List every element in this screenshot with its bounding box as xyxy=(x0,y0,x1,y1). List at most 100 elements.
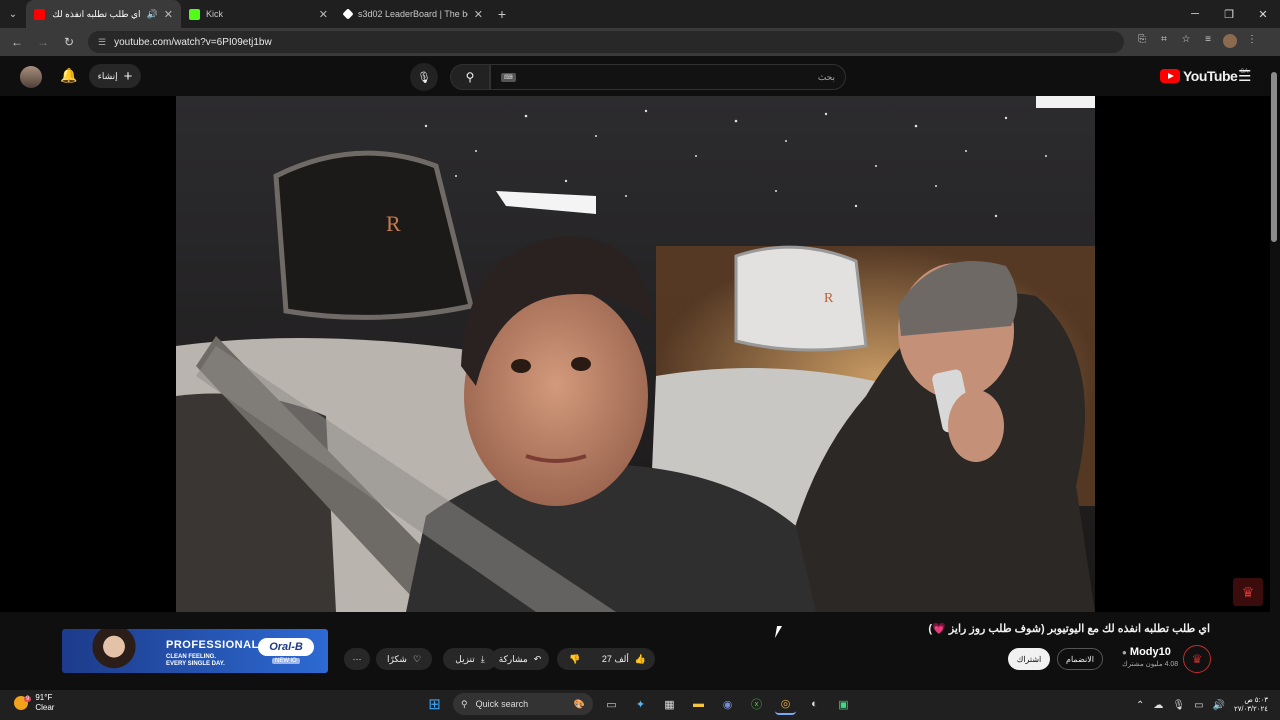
volume-icon[interactable]: 🔊 xyxy=(1213,700,1225,711)
tab-youtube[interactable]: اي طلب تطلبه انفذه لك مع 🔊 ✕ xyxy=(26,0,181,28)
copilot-icon[interactable]: ✦ xyxy=(630,693,651,715)
thanks-button[interactable]: شكرًا ♡ xyxy=(376,648,432,670)
account-avatar[interactable] xyxy=(20,66,42,88)
more-actions-button[interactable]: ··· xyxy=(344,648,370,670)
task-view-icon[interactable]: ▭ xyxy=(601,693,622,715)
maximize-icon[interactable]: ❐ xyxy=(1212,8,1246,21)
windows-start-icon[interactable]: ⊞ xyxy=(424,693,445,715)
obs-icon[interactable]: ◐ xyxy=(804,693,825,715)
app-icon[interactable]: ▣ xyxy=(833,693,854,715)
tab-search-chevron-icon[interactable]: ⌄ xyxy=(0,0,26,28)
tab-title: Kick xyxy=(206,9,224,19)
tab-leaderboard[interactable]: s3d02 LeaderBoard | The best ✕ xyxy=(336,0,491,28)
taskbar-search[interactable]: ⚲ Quick search 🎨 xyxy=(453,693,593,715)
share-label: مشاركة xyxy=(498,653,528,664)
video-info-area: PROFESSIONAL CLEAN FEELING. EVERY SINGLE… xyxy=(0,612,1270,690)
keyboard-icon[interactable]: ⌨ xyxy=(501,72,516,82)
scrollbar-thumb[interactable] xyxy=(1271,72,1277,242)
thanks-label: شكرًا xyxy=(386,653,407,664)
thumbs-up-icon: 👍 xyxy=(634,653,647,664)
like-count: 27 ألف xyxy=(601,653,629,664)
date: ٢٧/٠٣/٢٠٢٤ xyxy=(1234,706,1268,713)
file-explorer-icon[interactable]: ▬ xyxy=(688,693,709,715)
minimize-icon[interactable]: ─ xyxy=(1178,8,1212,21)
download-icon: ⤓ xyxy=(480,653,485,664)
thumbs-down-icon: 👎 xyxy=(569,653,581,664)
reload-icon[interactable]: ↻ xyxy=(58,35,80,49)
ad-tagline-2: EVERY SINGLE DAY. xyxy=(166,661,225,667)
subscriber-count: 4.08 مليون مشترك xyxy=(1122,661,1179,668)
verified-icon: ● xyxy=(1122,648,1127,657)
microsoft-store-icon[interactable]: ▦ xyxy=(659,693,680,715)
site-info-icon[interactable]: ☰ xyxy=(98,37,106,48)
weather-widget[interactable]: 9 91°F Clear xyxy=(14,693,54,713)
weather-badge: 9 xyxy=(24,696,32,702)
svg-text:R: R xyxy=(824,291,834,306)
forward-icon[interactable]: → xyxy=(32,35,54,49)
video-player[interactable]: R R xyxy=(0,96,1270,612)
dislike-button[interactable]: 👎 xyxy=(557,648,593,670)
create-button[interactable]: إنشاء + xyxy=(89,64,141,88)
weather-condition: Clear xyxy=(35,703,55,712)
youtube-logo[interactable]: YouTube SA xyxy=(1160,68,1248,84)
close-tab-icon[interactable]: ✕ xyxy=(474,8,483,21)
audio-icon[interactable]: 🔊 xyxy=(147,9,158,20)
address-bar-row: ← → ↻ ☰ youtube.com/watch?v=6PI09etj1bw … xyxy=(0,28,1280,56)
ad-banner[interactable]: PROFESSIONAL CLEAN FEELING. EVERY SINGLE… xyxy=(62,629,328,673)
search-placeholder: بحث xyxy=(817,71,835,82)
system-tray: ⌃ ☁ 🎙 ▭ 🔊 ٥:٠٣ ص ٢٧/٠٣/٢٠٢٤ xyxy=(1136,696,1268,714)
page-scrollbar[interactable] xyxy=(1271,60,1277,690)
channel-info[interactable]: ● Mody10 4.08 مليون مشترك xyxy=(1122,646,1178,668)
close-tab-icon[interactable]: ✕ xyxy=(319,8,328,21)
url-input[interactable]: ☰ youtube.com/watch?v=6PI09etj1bw xyxy=(88,31,1124,53)
plus-icon: + xyxy=(123,67,133,85)
search-icon: ⚲ xyxy=(465,70,475,84)
profile-avatar[interactable] xyxy=(1222,33,1238,51)
back-icon[interactable]: ← xyxy=(6,35,28,49)
browser-tab-strip: ⌄ اي طلب تطلبه انفذه لك مع 🔊 ✕ Kick ✕ s3… xyxy=(0,0,1280,28)
download-button[interactable]: تنزيل ⤓ xyxy=(443,648,497,670)
bookmark-star-icon[interactable]: ☆ xyxy=(1178,34,1194,51)
like-button[interactable]: 27 ألف 👍 xyxy=(593,648,655,670)
reading-list-icon[interactable]: ≡ xyxy=(1200,34,1216,51)
onedrive-icon[interactable]: ☁ xyxy=(1153,700,1163,711)
search-input[interactable]: ⌨ بحث xyxy=(490,64,846,90)
ad-tagline-1: CLEAN FEELING. xyxy=(166,654,217,660)
youtube-favicon-icon xyxy=(34,8,45,20)
share-button[interactable]: مشاركة ↶ xyxy=(491,648,549,670)
close-window-icon[interactable]: ✕ xyxy=(1246,8,1280,21)
ad-product: NEW iO xyxy=(272,658,300,664)
time: ٥:٠٣ ص xyxy=(1244,697,1268,704)
join-button[interactable]: الانضمام xyxy=(1057,648,1103,670)
svg-text:R: R xyxy=(386,211,401,236)
xbox-icon[interactable]: ⓧ xyxy=(746,693,767,715)
channel-watermark-icon[interactable]: ♛ xyxy=(1233,578,1263,606)
browser-menu-icon[interactable]: ⋮ xyxy=(1244,34,1260,51)
cast-icon[interactable]: ⎘ xyxy=(1134,34,1150,51)
clock[interactable]: ٥:٠٣ ص ٢٧/٠٣/٢٠٢٤ xyxy=(1234,696,1268,714)
channel-avatar[interactable]: ♛ xyxy=(1183,645,1211,673)
translate-icon[interactable]: ⌗ xyxy=(1156,34,1172,51)
notifications-bell-icon[interactable]: 🔔 xyxy=(60,67,77,84)
close-tab-icon[interactable]: ✕ xyxy=(164,8,173,21)
channel-name: Mody10 xyxy=(1129,646,1171,658)
search-label: Quick search xyxy=(475,699,529,709)
network-icon[interactable]: ▭ xyxy=(1194,700,1203,711)
windows-taskbar: 9 91°F Clear ⊞ ⚲ Quick search 🎨 ▭ ✦ ▦ ▬ … xyxy=(0,690,1280,720)
new-tab-button[interactable]: + xyxy=(491,6,513,22)
tab-title: s3d02 LeaderBoard | The best xyxy=(358,9,468,19)
chrome-icon[interactable]: ◎ xyxy=(775,693,796,715)
url-text: youtube.com/watch?v=6PI09etj1bw xyxy=(114,36,272,48)
video-frame[interactable]: R R xyxy=(176,96,1095,612)
voice-search-mic-icon[interactable]: 🎙 xyxy=(410,63,438,91)
subscribe-button[interactable]: اشتراك xyxy=(1008,648,1050,670)
guide-menu-icon[interactable]: ☰ xyxy=(1238,67,1251,85)
create-label: إنشاء xyxy=(97,70,118,81)
discord-icon[interactable]: ◉ xyxy=(717,693,738,715)
search-button[interactable]: ⚲ xyxy=(450,64,490,90)
show-hidden-icons-icon[interactable]: ⌃ xyxy=(1136,700,1144,711)
tab-kick[interactable]: Kick ✕ xyxy=(181,0,336,28)
microphone-icon[interactable]: 🎙 xyxy=(1172,700,1185,711)
ad-brand-logo: Oral-B xyxy=(258,638,314,656)
video-title: اي طلب تطلبه انفذه لك مع اليوتيوبر (شوف … xyxy=(928,623,1210,635)
